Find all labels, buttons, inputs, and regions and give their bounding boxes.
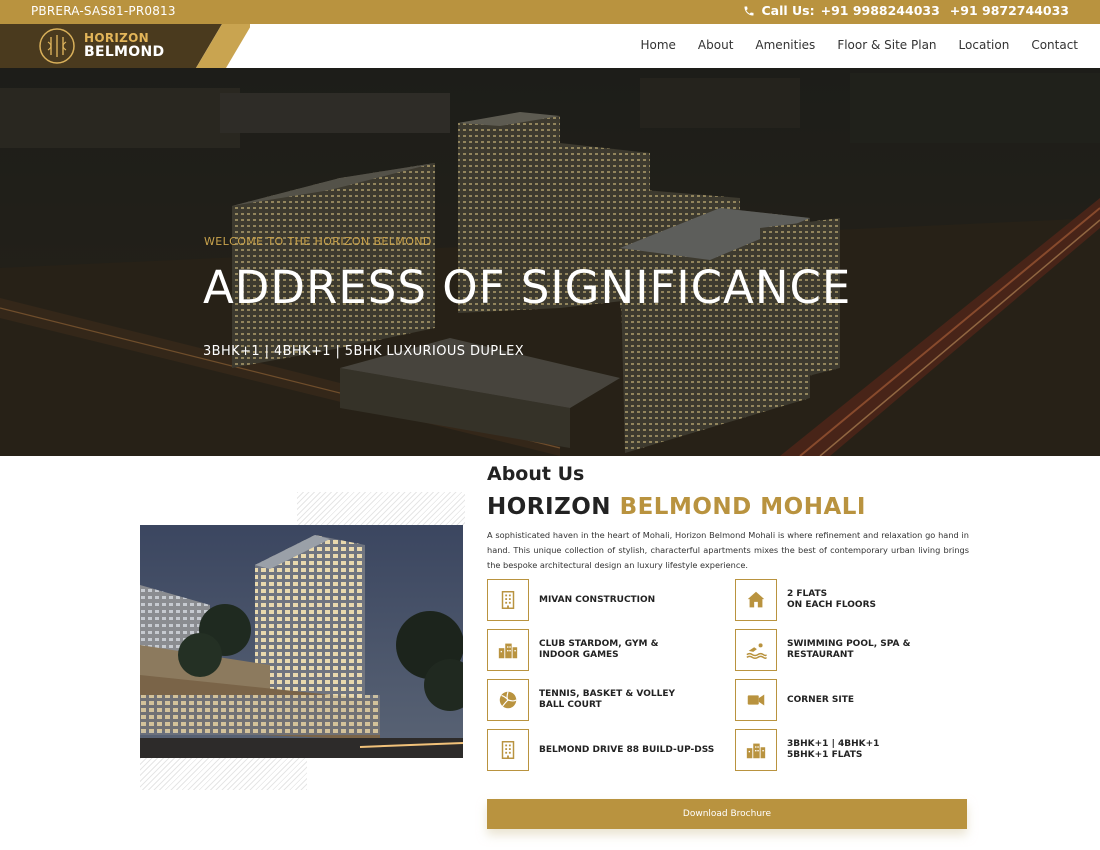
- phone-icon: [744, 6, 754, 15]
- feature-label: CLUB STARDOM, GYM & INDOOR GAMES: [539, 639, 659, 660]
- nav-home[interactable]: Home: [640, 38, 675, 52]
- feature-icon-box: [735, 679, 777, 721]
- logo-line-2: BELMOND: [84, 44, 165, 60]
- contact-phones: Call Us: +91 9988244033 +91 9872744033: [743, 3, 1069, 18]
- hero-banner: WELCOME TO THE HORIZON BELMOND ADDRESS O…: [0, 68, 1100, 456]
- logo-emblem-icon: [39, 28, 75, 64]
- site-header: HORIZON BELMOND Home About Amenities Flo…: [0, 24, 1100, 68]
- feature-icon-box: [735, 629, 777, 671]
- feature-icon-box: [487, 629, 529, 671]
- city-icon: [498, 643, 518, 659]
- nav-amenities[interactable]: Amenities: [755, 38, 815, 52]
- nav-contact[interactable]: Contact: [1031, 38, 1078, 52]
- feature-icon-box: [487, 679, 529, 721]
- rera-number: PBRERA-SAS81-PR0813: [31, 4, 176, 18]
- feature-icon-box: [487, 579, 529, 621]
- home-icon: [747, 591, 765, 608]
- feature-label: MIVAN CONSTRUCTION: [539, 594, 656, 605]
- hero-welcome-text: WELCOME TO THE HORIZON BELMOND: [204, 235, 432, 248]
- main-nav: Home About Amenities Floor & Site Plan L…: [640, 38, 1078, 52]
- nav-about[interactable]: About: [698, 38, 733, 52]
- top-info-bar: PBRERA-SAS81-PR0813 Call Us: +91 9988244…: [0, 0, 1100, 24]
- video-camera-icon: [747, 694, 765, 706]
- phone-number-1[interactable]: +91 9988244033: [821, 3, 940, 18]
- decorative-hatch-bottom: [140, 758, 307, 790]
- about-image-block: [140, 492, 465, 790]
- call-us-label: Call Us:: [761, 3, 815, 18]
- feature-label: TENNIS, BASKET & VOLLEY BALL COURT: [539, 689, 676, 710]
- about-project-photo: [140, 525, 463, 758]
- decorative-hatch-top: [297, 492, 465, 525]
- building-icon: [501, 741, 515, 759]
- feature-label: BELMOND DRIVE 88 BUILD-UP-DSS: [539, 744, 715, 755]
- about-heading: HORIZON BELMOND MOHALI: [487, 494, 866, 520]
- nav-floor-site-plan[interactable]: Floor & Site Plan: [837, 38, 936, 52]
- logo-line-1: HORIZON: [84, 31, 149, 45]
- nav-location[interactable]: Location: [959, 38, 1010, 52]
- building-icon: [501, 591, 515, 609]
- volleyball-icon: [499, 691, 517, 709]
- feature-label: CORNER SITE: [787, 694, 855, 705]
- feature-label: SWIMMING POOL, SPA & RESTAURANT: [787, 639, 911, 660]
- feature-icon-box: [735, 729, 777, 771]
- feature-icon-box: [735, 579, 777, 621]
- logo[interactable]: HORIZON BELMOND: [0, 24, 250, 68]
- feature-icon-box: [487, 729, 529, 771]
- phone-number-2[interactable]: +91 9872744033: [950, 3, 1069, 18]
- swimmer-icon: [746, 643, 767, 659]
- about-section-label: About Us: [487, 463, 585, 485]
- about-heading-part2: BELMOND MOHALI: [619, 494, 866, 520]
- download-brochure-button[interactable]: Download Brochure: [487, 799, 967, 829]
- feature-label: 2 FLATS ON EACH FLOORS: [787, 589, 876, 610]
- about-description: A sophisticated haven in the heart of Mo…: [487, 530, 969, 570]
- city-icon: [746, 743, 766, 759]
- logo-text: HORIZON BELMOND: [84, 31, 164, 59]
- feature-label: 3BHK+1 | 4BHK+1 5BHK+1 FLATS: [787, 739, 880, 760]
- hero-title: ADDRESS OF SIGNIFICANCE: [203, 261, 852, 314]
- about-heading-part1: HORIZON: [487, 494, 620, 520]
- hero-subtitle: 3BHK+1 | 4BHK+1 | 5BHK LUXURIOUS DUPLEX: [203, 344, 525, 359]
